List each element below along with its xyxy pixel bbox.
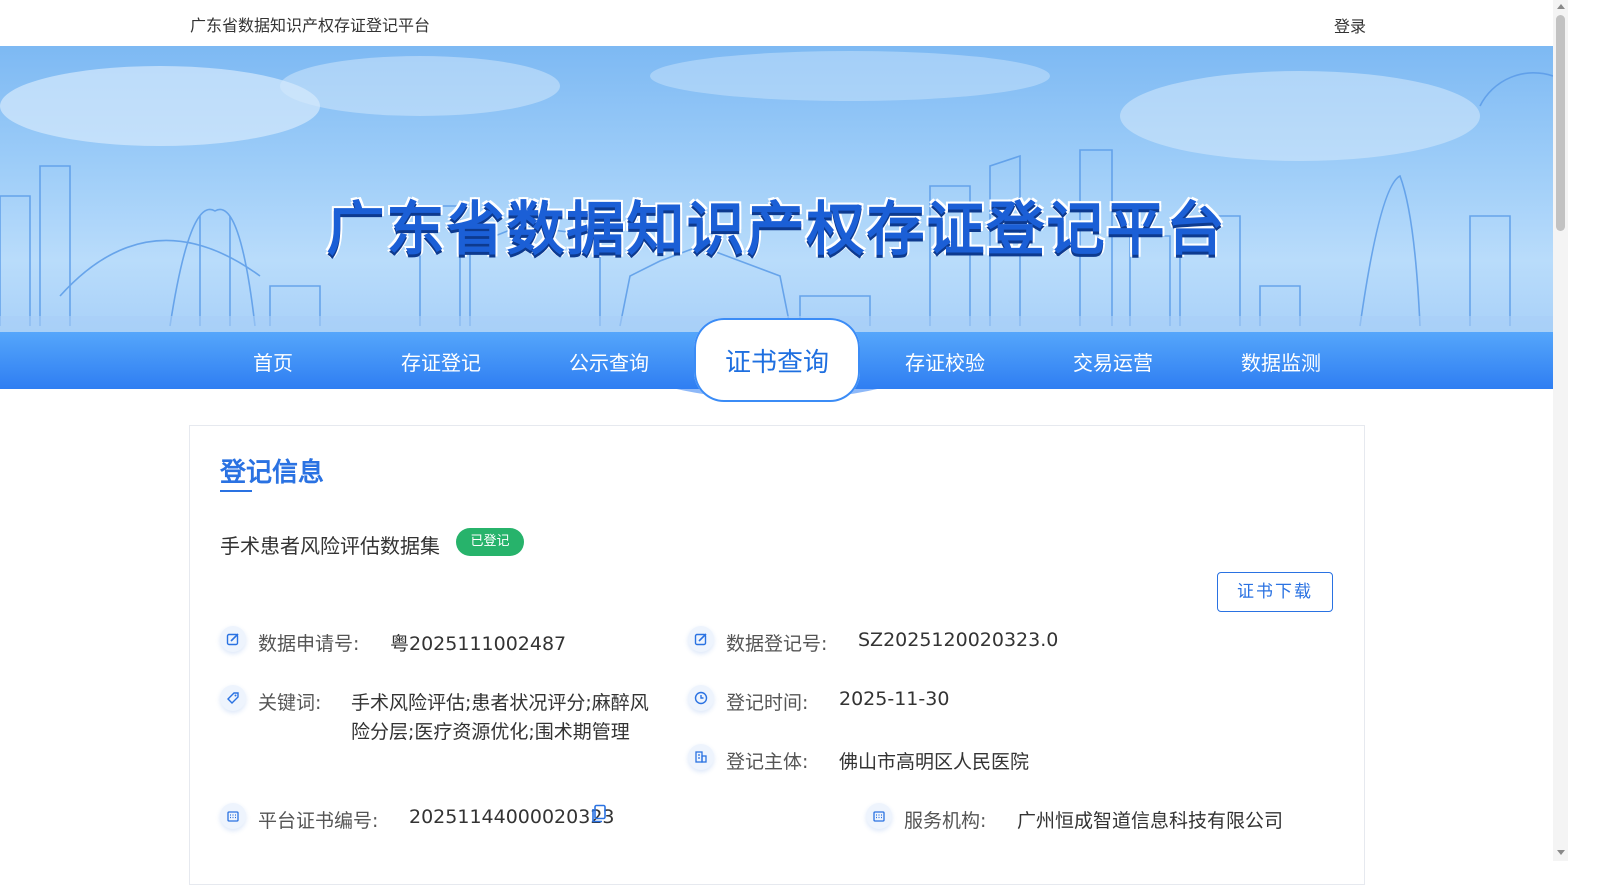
reg-time-label: 登记时间:	[726, 692, 809, 714]
keywords-value-line2: 险分层;医疗资源优化;围术期管理	[351, 721, 630, 743]
page-scrollbar[interactable]	[1553, 0, 1568, 861]
clock-icon	[688, 685, 714, 711]
banner-title: 广东省数据知识产权存证登记平台	[326, 195, 1227, 263]
application-no-value: 粤2025111002487	[390, 633, 567, 655]
reg-time-value: 2025-11-30	[839, 688, 950, 710]
registration-no-value: SZ2025120020323.0	[858, 629, 1059, 651]
copy-icon[interactable]	[591, 804, 607, 828]
nav-item-certificate-query[interactable]: 证书查询	[694, 318, 860, 402]
status-badge: 已登记	[456, 528, 524, 556]
keywords-value-line1: 手术风险评估;患者状况评分;麻醉风	[351, 692, 649, 714]
nav-item-home[interactable]: 首页	[189, 347, 357, 376]
scroll-up-icon[interactable]	[1557, 4, 1565, 9]
service-org-label: 服务机构:	[904, 810, 987, 832]
top-bar: 广东省数据知识产权存证登记平台 登录	[0, 0, 1553, 46]
login-link[interactable]: 登录	[1334, 13, 1366, 37]
registration-info-panel: 登记信息 手术患者风险评估数据集 已登记 证书下载 数据申请号: 粤202511…	[189, 425, 1365, 885]
title-underline	[220, 490, 252, 492]
scroll-down-icon[interactable]	[1557, 850, 1565, 855]
calendar-icon	[866, 803, 892, 829]
nav-item-deposit-verify[interactable]: 存证校验	[861, 347, 1029, 376]
panel-title: 登记信息	[220, 458, 325, 488]
site-name: 广东省数据知识产权存证登记平台	[190, 16, 431, 35]
service-org-value: 广州恒成智道信息科技有限公司	[1017, 810, 1284, 832]
nav-item-deposit-register[interactable]: 存证登记	[357, 347, 525, 376]
edit-icon	[220, 626, 246, 652]
building-icon	[688, 744, 714, 770]
calendar-icon	[220, 803, 246, 829]
cert-no-label: 平台证书编号:	[258, 810, 379, 832]
tag-icon	[220, 685, 246, 711]
reg-subject-value: 佛山市高明区人民医院	[839, 751, 1030, 773]
cert-no-value: 20251144000020323	[409, 806, 615, 828]
dataset-name: 手术患者风险评估数据集	[220, 534, 440, 558]
registration-no-label: 数据登记号:	[726, 633, 828, 655]
nav-item-public-query[interactable]: 公示查询	[525, 347, 693, 376]
certificate-download-button[interactable]: 证书下载	[1217, 572, 1333, 612]
application-no-label: 数据申请号:	[258, 633, 360, 655]
edit-icon	[688, 626, 714, 652]
scrollbar-thumb[interactable]	[1556, 15, 1565, 231]
keywords-label: 关键词:	[258, 692, 322, 714]
nav-item-trade-operation[interactable]: 交易运营	[1029, 347, 1197, 376]
nav-item-data-monitor[interactable]: 数据监测	[1197, 347, 1365, 376]
banner: 广东省数据知识产权存证登记平台	[0, 46, 1553, 332]
reg-subject-label: 登记主体:	[726, 751, 809, 773]
